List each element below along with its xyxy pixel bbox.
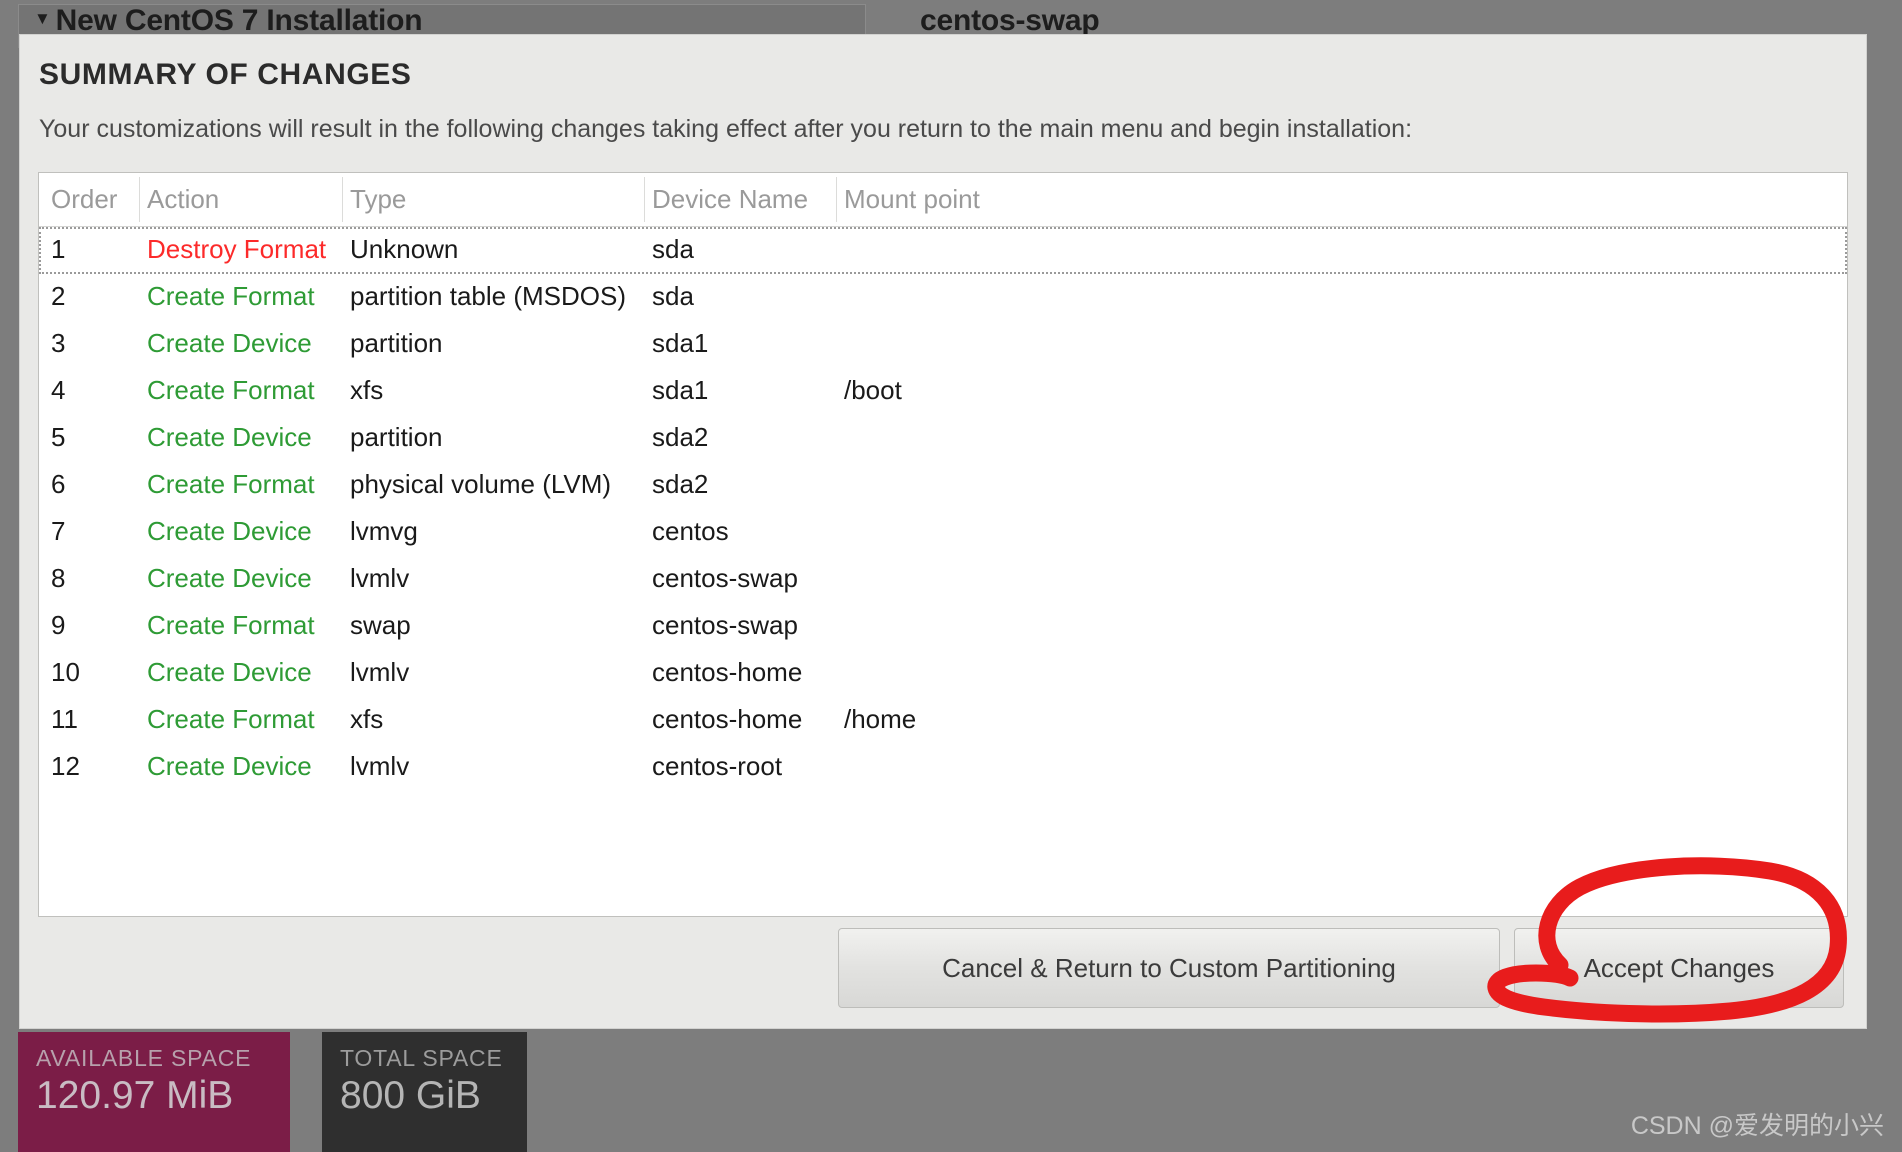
available-space-value: 120.97 MiB bbox=[36, 1074, 234, 1118]
background-installation-label[interactable]: ▼ New CentOS 7 Installation bbox=[34, 4, 423, 38]
column-header-action[interactable]: Action bbox=[147, 184, 219, 215]
total-space-label: TOTAL SPACE bbox=[340, 1045, 503, 1071]
table-row[interactable]: 3 Create Device partition sda1 bbox=[39, 321, 1847, 368]
cell-type: lvmlv bbox=[350, 751, 410, 781]
cell-action: Create Device bbox=[147, 328, 312, 358]
summary-of-changes-dialog: SUMMARY OF CHANGES Your customizations w… bbox=[20, 35, 1866, 1028]
cell-order: 2 bbox=[51, 281, 66, 311]
cell-type: partition table (MSDOS) bbox=[350, 281, 626, 311]
cancel-and-return-button[interactable]: Cancel & Return to Custom Partitioning bbox=[838, 928, 1500, 1008]
cell-mount-point: /home bbox=[844, 704, 917, 734]
cell-order: 11 bbox=[51, 704, 78, 734]
available-space-label: AVAILABLE SPACE bbox=[36, 1045, 252, 1071]
cell-device-name: sda1 bbox=[652, 328, 709, 358]
cell-order: 5 bbox=[51, 422, 66, 452]
cell-device-name: centos-swap bbox=[652, 563, 798, 593]
cell-type: xfs bbox=[350, 704, 384, 734]
column-header-order[interactable]: Order bbox=[51, 184, 117, 215]
cell-device-name: centos bbox=[652, 516, 729, 546]
cell-action: Create Format bbox=[147, 610, 315, 640]
cell-device-name: centos-home bbox=[652, 657, 803, 687]
table-row[interactable]: 11 Create Format xfs centos-home/home bbox=[39, 697, 1847, 744]
cell-order: 1 bbox=[51, 234, 66, 264]
cell-action: Create Device bbox=[147, 422, 312, 452]
cell-type: xfs bbox=[350, 375, 384, 405]
column-divider[interactable] bbox=[139, 177, 140, 222]
cell-type: swap bbox=[350, 610, 411, 640]
accept-changes-button[interactable]: Accept Changes bbox=[1514, 928, 1844, 1008]
cell-device-name: centos-swap bbox=[652, 610, 798, 640]
cell-action: Create Device bbox=[147, 516, 312, 546]
cell-type: physical volume (LVM) bbox=[350, 469, 612, 499]
column-divider[interactable] bbox=[836, 177, 837, 222]
cell-order: 3 bbox=[51, 328, 66, 358]
cell-device-name: sda1 bbox=[652, 375, 709, 405]
table-row[interactable]: 5 Create Device partition sda2 bbox=[39, 415, 1847, 462]
table-row[interactable]: 9 Create Format swap centos-swap bbox=[39, 603, 1847, 650]
cell-action: Create Device bbox=[147, 657, 312, 687]
changes-table[interactable]: Order Action Type Device Name Mount poin… bbox=[38, 172, 1848, 917]
cell-type: Unknown bbox=[350, 234, 459, 264]
cell-order: 9 bbox=[51, 610, 66, 640]
cell-type: partition bbox=[350, 328, 443, 358]
table-body: 1 Destroy Format Unknown sda 2 Create Format p… bbox=[39, 227, 1847, 791]
table-row[interactable]: 10 Create Device lvmlv centos-home bbox=[39, 650, 1847, 697]
background-installation-label-text: New CentOS 7 Installation bbox=[55, 4, 423, 37]
table-row[interactable]: 2 Create Format partition table (MSDOS) sda bbox=[39, 274, 1847, 321]
dialog-title: SUMMARY OF CHANGES bbox=[39, 58, 412, 91]
disclosure-triangle-icon[interactable]: ▼ bbox=[34, 9, 51, 29]
watermark: CSDN @爱发明的小兴 bbox=[1630, 1112, 1884, 1140]
cell-type: lvmlv bbox=[350, 563, 410, 593]
cell-device-name: sda2 bbox=[652, 422, 709, 452]
cell-action: Create Device bbox=[147, 751, 312, 781]
column-header-type[interactable]: Type bbox=[350, 184, 406, 215]
column-divider[interactable] bbox=[342, 177, 343, 222]
cell-type: partition bbox=[350, 422, 443, 452]
cell-order: 4 bbox=[51, 375, 66, 405]
total-space-value: 800 GiB bbox=[340, 1074, 481, 1118]
dialog-description: Your customizations will result in the f… bbox=[39, 115, 1413, 143]
cell-action: Destroy Format bbox=[147, 234, 327, 264]
cell-action: Create Format bbox=[147, 281, 315, 311]
table-row[interactable]: 1 Destroy Format Unknown sda bbox=[39, 227, 1847, 274]
cell-device-name: centos-home bbox=[652, 704, 803, 734]
table-row[interactable]: 7 Create Device lvmvg centos bbox=[39, 509, 1847, 556]
cell-type: lvmvg bbox=[350, 516, 418, 546]
cell-action: Create Device bbox=[147, 563, 312, 593]
installer-screen: ▼ New CentOS 7 Installation centos-swap S… bbox=[0, 0, 1902, 1152]
cell-action: Create Format bbox=[147, 704, 315, 734]
cell-device-name: centos-root bbox=[652, 751, 783, 781]
cell-type: lvmlv bbox=[350, 657, 410, 687]
cell-device-name: sda bbox=[652, 281, 694, 311]
cell-order: 8 bbox=[51, 563, 66, 593]
cell-order: 10 bbox=[51, 657, 80, 687]
table-row[interactable]: 4 Create Format xfs sda1/boot bbox=[39, 368, 1847, 415]
cell-order: 12 bbox=[51, 751, 80, 781]
cell-device-name: sda2 bbox=[652, 469, 709, 499]
column-divider[interactable] bbox=[644, 177, 645, 222]
table-header-row: Order Action Type Device Name Mount poin… bbox=[39, 173, 1847, 227]
table-row[interactable]: 12 Create Device lvmlv centos-root bbox=[39, 744, 1847, 791]
total-space-box: TOTAL SPACE 800 GiB bbox=[322, 1032, 527, 1152]
column-header-device-name[interactable]: Device Name bbox=[652, 184, 808, 215]
cell-order: 7 bbox=[51, 516, 66, 546]
cell-order: 6 bbox=[51, 469, 66, 499]
cell-device-name: sda bbox=[652, 234, 694, 264]
cell-action: Create Format bbox=[147, 469, 315, 499]
background-device-label: centos-swap bbox=[920, 4, 1100, 37]
available-space-box: AVAILABLE SPACE 120.97 MiB bbox=[18, 1032, 290, 1152]
table-row[interactable]: 6 Create Format physical volume (LVM) sda2 bbox=[39, 462, 1847, 509]
table-row[interactable]: 8 Create Device lvmlv centos-swap bbox=[39, 556, 1847, 603]
cell-mount-point: /boot bbox=[844, 375, 902, 405]
cell-action: Create Format bbox=[147, 375, 315, 405]
column-header-mount-point[interactable]: Mount point bbox=[844, 184, 980, 215]
